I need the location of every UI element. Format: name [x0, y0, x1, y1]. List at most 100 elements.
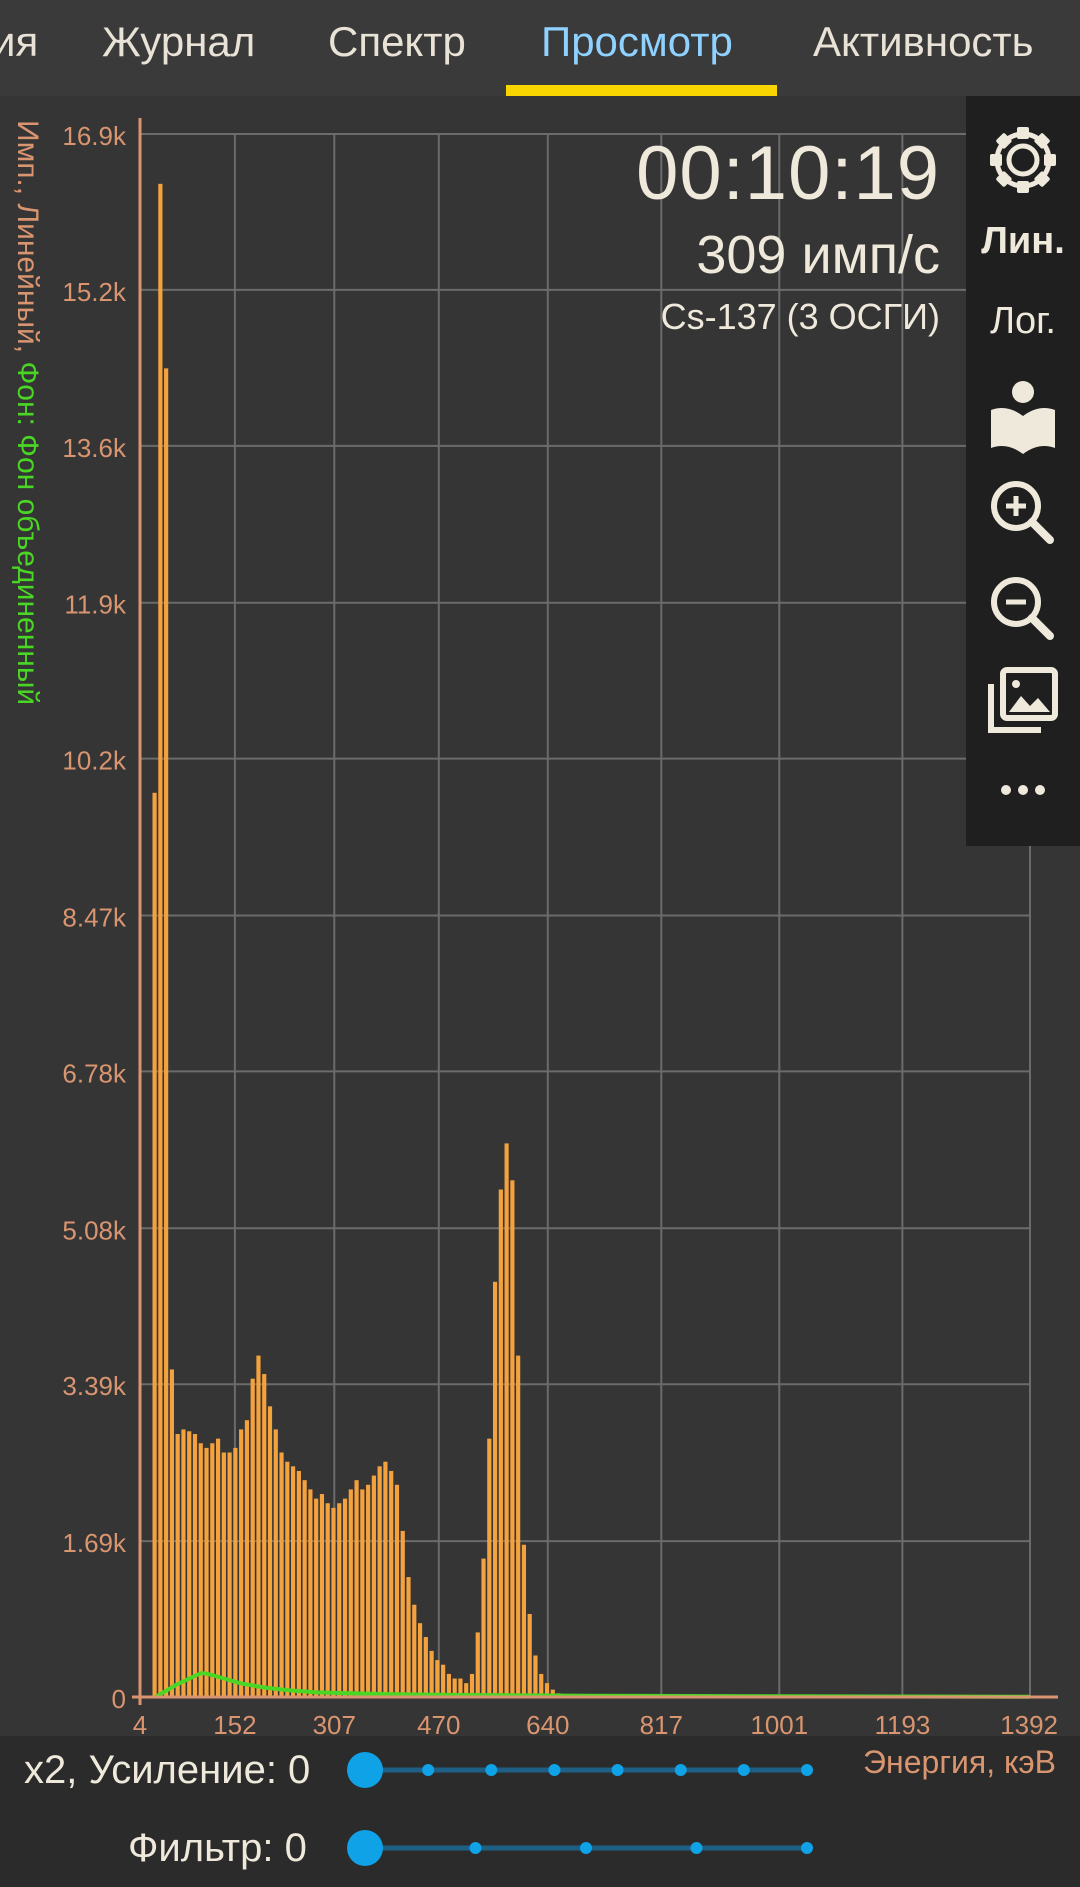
zoom-in-icon [991, 481, 1054, 544]
spectrum-bar [152, 792, 157, 1697]
spectrum-bar [366, 1484, 371, 1697]
spectrum-bar [187, 1431, 192, 1697]
slider-tick [422, 1764, 435, 1776]
spectrum-bar [273, 1429, 278, 1697]
more-button[interactable] [966, 760, 1080, 820]
tab-partial[interactable]: ия [0, 18, 38, 66]
spectrum-bar [492, 1281, 498, 1697]
right-toolbar: Лин. Лог. [966, 96, 1080, 846]
spectrum-bar [394, 1484, 400, 1697]
spectrum-bar [377, 1466, 382, 1697]
count-rate: 309 имп/с [696, 225, 940, 285]
x-axis-label: Энергия, кэВ [863, 1744, 1056, 1780]
x-tick-label: 1193 [874, 1710, 930, 1736]
y-axis-label: Имп., Линейный, Фон: Фон объединенный [11, 120, 44, 705]
filter-slider[interactable] [340, 1826, 830, 1870]
y-tick-label: 1.69k [62, 1528, 127, 1558]
spectrum-bar [348, 1489, 353, 1697]
spectrum-bar [441, 1664, 446, 1697]
x-tick-label: 640 [526, 1710, 569, 1736]
slider-thumb[interactable] [347, 1830, 383, 1866]
log-scale-button[interactable]: Лог. [966, 300, 1080, 343]
filter-label: Фильтр: 0 [128, 1826, 307, 1870]
spectrum-bar [291, 1466, 296, 1697]
tab-journal[interactable]: Журнал [102, 18, 255, 66]
slider-tick [801, 1842, 813, 1854]
spectrum-bar [475, 1632, 480, 1697]
tab-activity[interactable]: Активность [813, 18, 1034, 66]
y-tick-label: 16.9k [62, 121, 127, 151]
spectrum-chart[interactable]: 0 1.69k 3.39k 5.08k 6.78k 8.47k 10.2k 11.9k 13.6… [0, 96, 1080, 1736]
spectrum-bar [406, 1577, 411, 1697]
spectrum-bar [319, 1494, 325, 1697]
spectrum-bar [210, 1443, 215, 1697]
spectrum-bar [337, 1503, 342, 1697]
zoom-out-icon [991, 577, 1054, 640]
slider-tick [548, 1764, 561, 1776]
tab-spectrum[interactable]: Спектр [328, 18, 466, 66]
elapsed-timer: 00:10:19 [636, 131, 940, 216]
spectrum-bar [267, 1406, 273, 1697]
slider-tick [674, 1764, 687, 1776]
slider-tick [737, 1764, 750, 1776]
active-tab-indicator [506, 85, 777, 96]
spectrum-bar [371, 1475, 376, 1697]
y-tick-label: 15.2k [62, 277, 127, 307]
spectrum-bar [169, 1369, 174, 1697]
spectrum-bar [314, 1498, 319, 1697]
spectrum-bar [256, 1355, 261, 1697]
spectrum-bar [504, 1143, 509, 1697]
y-tick-labels: 0 1.69k 3.39k 5.08k 6.78k 8.47k 10.2k 11.9k 13.6… [62, 121, 127, 1714]
spectrum-bar [181, 1429, 186, 1697]
slider-tick [485, 1764, 498, 1776]
y-tick-label: 13.6k [62, 433, 127, 463]
y-axis-label-background: Фон: Фон объединенный [11, 361, 44, 705]
spectrum-bar [429, 1650, 434, 1697]
gallery-button[interactable] [966, 658, 1080, 748]
spectrum-bar [233, 1447, 238, 1697]
gain-label: x2, Усиление: 0 [24, 1748, 311, 1792]
spectrum-bar [262, 1374, 267, 1697]
spectrum-bar [412, 1604, 417, 1697]
spectrum-bar [435, 1660, 440, 1697]
spectrum-bar [164, 368, 169, 1698]
gain-slider[interactable] [340, 1748, 830, 1792]
spectrum-bar [308, 1489, 313, 1697]
spectrum-bar [354, 1480, 359, 1697]
slider-tick [580, 1842, 592, 1854]
x-tick-label: 307 [313, 1710, 356, 1736]
x-tick-label: 1001 [750, 1710, 808, 1736]
gallery-icon [988, 667, 1058, 733]
zoom-in-button[interactable] [966, 468, 1080, 558]
spectrum-bar [239, 1429, 244, 1697]
spectrum-bar [487, 1438, 492, 1697]
zoom-out-button[interactable] [966, 564, 1080, 654]
spectrum-bar [158, 183, 163, 1697]
x-tick-label: 1392 [1000, 1710, 1058, 1736]
spectrum-bar [498, 1189, 503, 1697]
library-button[interactable] [966, 370, 1080, 460]
spectrum-bar [400, 1530, 405, 1697]
spectrum-bar [192, 1434, 198, 1697]
y-tick-label: 11.9k [64, 590, 127, 620]
slider-tick [469, 1842, 482, 1854]
spectrum-bar [227, 1452, 232, 1697]
spectrum-bar [481, 1558, 486, 1697]
y-tick-label: 5.08k [62, 1215, 127, 1245]
spectrum-bars [152, 183, 573, 1698]
slider-thumb[interactable] [347, 1752, 383, 1788]
source-label: Cs-137 (3 ОСГИ) [660, 296, 940, 337]
gear-icon [990, 127, 1056, 193]
tab-view[interactable]: Просмотр [541, 18, 733, 66]
spectrum-bar [342, 1498, 348, 1697]
slider-tick [801, 1764, 813, 1776]
more-icon [1001, 785, 1045, 795]
x-tick-label: 152 [213, 1710, 256, 1736]
spectrum-plot-area[interactable]: 0 1.69k 3.39k 5.08k 6.78k 8.47k 10.2k 11.9k 13.6… [0, 96, 1080, 1736]
spectrum-bar [533, 1655, 538, 1697]
spectrum-bar [244, 1420, 250, 1697]
settings-button[interactable] [966, 104, 1080, 194]
spectrum-bar [285, 1461, 290, 1697]
slider-tick [611, 1764, 624, 1776]
linear-scale-button[interactable]: Лин. [966, 220, 1080, 263]
